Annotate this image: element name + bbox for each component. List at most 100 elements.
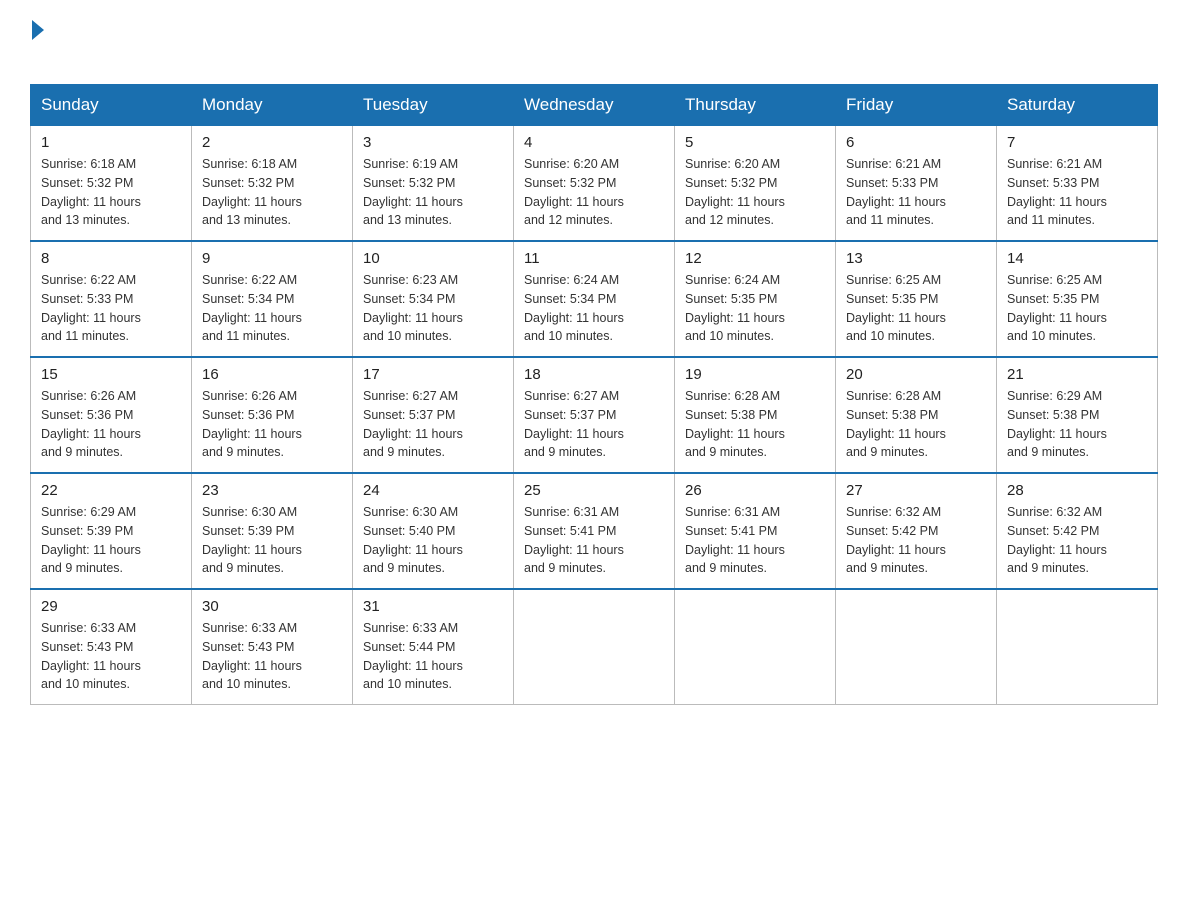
calendar-cell: 23 Sunrise: 6:30 AMSunset: 5:39 PMDaylig… [192, 473, 353, 589]
calendar-cell [997, 589, 1158, 705]
day-number: 22 [41, 482, 181, 499]
calendar-cell: 8 Sunrise: 6:22 AMSunset: 5:33 PMDayligh… [31, 241, 192, 357]
day-info: Sunrise: 6:29 AMSunset: 5:38 PMDaylight:… [1007, 389, 1107, 459]
calendar-cell: 19 Sunrise: 6:28 AMSunset: 5:38 PMDaylig… [675, 357, 836, 473]
day-info: Sunrise: 6:30 AMSunset: 5:39 PMDaylight:… [202, 505, 302, 575]
day-info: Sunrise: 6:24 AMSunset: 5:34 PMDaylight:… [524, 273, 624, 343]
day-number: 25 [524, 482, 664, 499]
calendar-cell: 24 Sunrise: 6:30 AMSunset: 5:40 PMDaylig… [353, 473, 514, 589]
day-info: Sunrise: 6:20 AMSunset: 5:32 PMDaylight:… [685, 157, 785, 227]
day-info: Sunrise: 6:23 AMSunset: 5:34 PMDaylight:… [363, 273, 463, 343]
day-info: Sunrise: 6:33 AMSunset: 5:43 PMDaylight:… [41, 621, 141, 691]
weekday-header-row: SundayMondayTuesdayWednesdayThursdayFrid… [31, 85, 1158, 126]
calendar-cell: 10 Sunrise: 6:23 AMSunset: 5:34 PMDaylig… [353, 241, 514, 357]
day-number: 18 [524, 366, 664, 383]
calendar-cell: 14 Sunrise: 6:25 AMSunset: 5:35 PMDaylig… [997, 241, 1158, 357]
calendar-week-row: 29 Sunrise: 6:33 AMSunset: 5:43 PMDaylig… [31, 589, 1158, 705]
calendar-cell: 12 Sunrise: 6:24 AMSunset: 5:35 PMDaylig… [675, 241, 836, 357]
page-header [30, 20, 1158, 66]
day-info: Sunrise: 6:26 AMSunset: 5:36 PMDaylight:… [41, 389, 141, 459]
calendar-cell: 26 Sunrise: 6:31 AMSunset: 5:41 PMDaylig… [675, 473, 836, 589]
day-info: Sunrise: 6:28 AMSunset: 5:38 PMDaylight:… [685, 389, 785, 459]
calendar-cell: 21 Sunrise: 6:29 AMSunset: 5:38 PMDaylig… [997, 357, 1158, 473]
calendar-cell: 2 Sunrise: 6:18 AMSunset: 5:32 PMDayligh… [192, 126, 353, 242]
day-info: Sunrise: 6:18 AMSunset: 5:32 PMDaylight:… [41, 157, 141, 227]
day-info: Sunrise: 6:26 AMSunset: 5:36 PMDaylight:… [202, 389, 302, 459]
weekday-header-thursday: Thursday [675, 85, 836, 126]
calendar-cell: 3 Sunrise: 6:19 AMSunset: 5:32 PMDayligh… [353, 126, 514, 242]
calendar-week-row: 15 Sunrise: 6:26 AMSunset: 5:36 PMDaylig… [31, 357, 1158, 473]
day-number: 27 [846, 482, 986, 499]
day-info: Sunrise: 6:21 AMSunset: 5:33 PMDaylight:… [846, 157, 946, 227]
day-info: Sunrise: 6:29 AMSunset: 5:39 PMDaylight:… [41, 505, 141, 575]
day-info: Sunrise: 6:25 AMSunset: 5:35 PMDaylight:… [1007, 273, 1107, 343]
calendar-cell [836, 589, 997, 705]
day-number: 4 [524, 134, 664, 151]
day-number: 7 [1007, 134, 1147, 151]
day-number: 28 [1007, 482, 1147, 499]
calendar-cell: 5 Sunrise: 6:20 AMSunset: 5:32 PMDayligh… [675, 126, 836, 242]
weekday-header-friday: Friday [836, 85, 997, 126]
day-info: Sunrise: 6:32 AMSunset: 5:42 PMDaylight:… [1007, 505, 1107, 575]
day-info: Sunrise: 6:25 AMSunset: 5:35 PMDaylight:… [846, 273, 946, 343]
day-number: 16 [202, 366, 342, 383]
day-number: 11 [524, 250, 664, 267]
calendar-cell [514, 589, 675, 705]
day-number: 21 [1007, 366, 1147, 383]
calendar-cell [675, 589, 836, 705]
logo [30, 20, 46, 66]
calendar-cell: 7 Sunrise: 6:21 AMSunset: 5:33 PMDayligh… [997, 126, 1158, 242]
day-number: 5 [685, 134, 825, 151]
calendar-cell: 13 Sunrise: 6:25 AMSunset: 5:35 PMDaylig… [836, 241, 997, 357]
calendar-table: SundayMondayTuesdayWednesdayThursdayFrid… [30, 84, 1158, 705]
calendar-cell: 22 Sunrise: 6:29 AMSunset: 5:39 PMDaylig… [31, 473, 192, 589]
day-info: Sunrise: 6:28 AMSunset: 5:38 PMDaylight:… [846, 389, 946, 459]
weekday-header-wednesday: Wednesday [514, 85, 675, 126]
day-number: 30 [202, 598, 342, 615]
calendar-cell: 9 Sunrise: 6:22 AMSunset: 5:34 PMDayligh… [192, 241, 353, 357]
day-number: 20 [846, 366, 986, 383]
day-number: 24 [363, 482, 503, 499]
day-number: 1 [41, 134, 181, 151]
calendar-cell: 20 Sunrise: 6:28 AMSunset: 5:38 PMDaylig… [836, 357, 997, 473]
day-info: Sunrise: 6:27 AMSunset: 5:37 PMDaylight:… [524, 389, 624, 459]
calendar-cell: 25 Sunrise: 6:31 AMSunset: 5:41 PMDaylig… [514, 473, 675, 589]
calendar-cell: 30 Sunrise: 6:33 AMSunset: 5:43 PMDaylig… [192, 589, 353, 705]
day-number: 3 [363, 134, 503, 151]
day-info: Sunrise: 6:32 AMSunset: 5:42 PMDaylight:… [846, 505, 946, 575]
day-info: Sunrise: 6:24 AMSunset: 5:35 PMDaylight:… [685, 273, 785, 343]
calendar-cell: 15 Sunrise: 6:26 AMSunset: 5:36 PMDaylig… [31, 357, 192, 473]
calendar-cell: 11 Sunrise: 6:24 AMSunset: 5:34 PMDaylig… [514, 241, 675, 357]
day-number: 15 [41, 366, 181, 383]
day-info: Sunrise: 6:30 AMSunset: 5:40 PMDaylight:… [363, 505, 463, 575]
day-number: 26 [685, 482, 825, 499]
day-number: 13 [846, 250, 986, 267]
day-number: 10 [363, 250, 503, 267]
day-number: 29 [41, 598, 181, 615]
day-number: 14 [1007, 250, 1147, 267]
day-number: 12 [685, 250, 825, 267]
calendar-cell: 27 Sunrise: 6:32 AMSunset: 5:42 PMDaylig… [836, 473, 997, 589]
day-number: 2 [202, 134, 342, 151]
calendar-cell: 6 Sunrise: 6:21 AMSunset: 5:33 PMDayligh… [836, 126, 997, 242]
calendar-cell: 28 Sunrise: 6:32 AMSunset: 5:42 PMDaylig… [997, 473, 1158, 589]
weekday-header-sunday: Sunday [31, 85, 192, 126]
day-info: Sunrise: 6:21 AMSunset: 5:33 PMDaylight:… [1007, 157, 1107, 227]
day-info: Sunrise: 6:20 AMSunset: 5:32 PMDaylight:… [524, 157, 624, 227]
day-info: Sunrise: 6:22 AMSunset: 5:34 PMDaylight:… [202, 273, 302, 343]
calendar-cell: 16 Sunrise: 6:26 AMSunset: 5:36 PMDaylig… [192, 357, 353, 473]
calendar-cell: 4 Sunrise: 6:20 AMSunset: 5:32 PMDayligh… [514, 126, 675, 242]
day-number: 19 [685, 366, 825, 383]
calendar-cell: 29 Sunrise: 6:33 AMSunset: 5:43 PMDaylig… [31, 589, 192, 705]
day-info: Sunrise: 6:33 AMSunset: 5:43 PMDaylight:… [202, 621, 302, 691]
day-info: Sunrise: 6:27 AMSunset: 5:37 PMDaylight:… [363, 389, 463, 459]
day-info: Sunrise: 6:31 AMSunset: 5:41 PMDaylight:… [685, 505, 785, 575]
weekday-header-tuesday: Tuesday [353, 85, 514, 126]
calendar-cell: 31 Sunrise: 6:33 AMSunset: 5:44 PMDaylig… [353, 589, 514, 705]
day-number: 6 [846, 134, 986, 151]
logo-arrow-icon [32, 20, 44, 40]
day-info: Sunrise: 6:31 AMSunset: 5:41 PMDaylight:… [524, 505, 624, 575]
day-number: 8 [41, 250, 181, 267]
calendar-cell: 17 Sunrise: 6:27 AMSunset: 5:37 PMDaylig… [353, 357, 514, 473]
day-number: 23 [202, 482, 342, 499]
